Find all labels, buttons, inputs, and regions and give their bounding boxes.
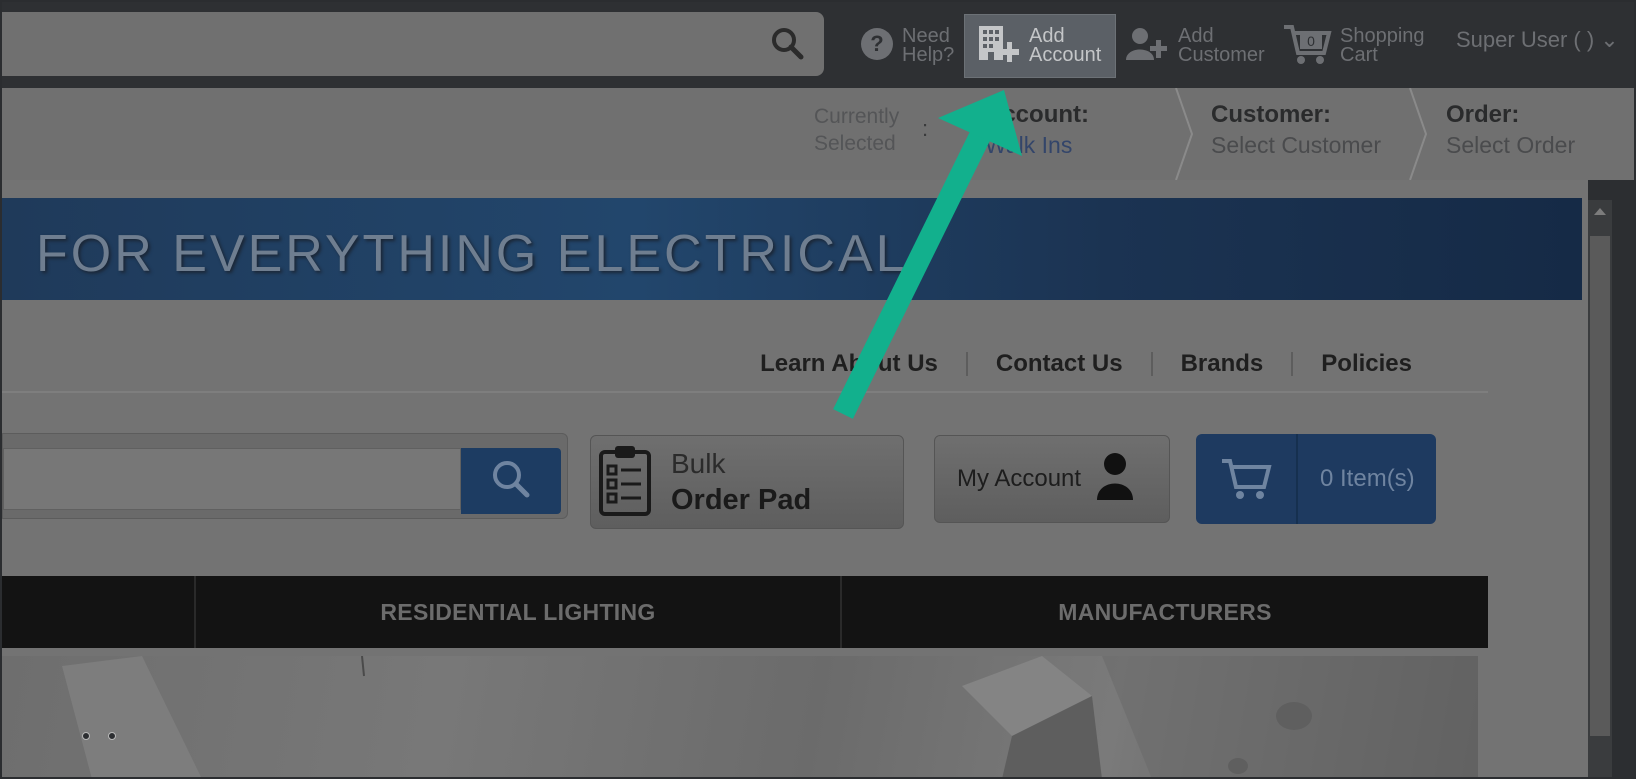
help-icon: ? <box>860 27 894 65</box>
breadcrumb-separator <box>1409 88 1428 180</box>
site-search-input[interactable] <box>3 448 461 510</box>
resize-handle[interactable] <box>82 732 90 740</box>
scroll-thumb[interactable] <box>1590 236 1610 736</box>
hero-image <box>2 656 1478 779</box>
breadcrumb-order[interactable]: Order: Select Order <box>1446 100 1575 160</box>
shopping-cart-button[interactable]: 0 Shopping Cart <box>1282 14 1425 78</box>
top-bar: ? NeedHelp? AddAccount AddCustomer 0 <box>0 0 1636 88</box>
cart-items-count: 0 Item(s) <box>1320 465 1415 492</box>
add-account-icon <box>977 24 1021 68</box>
search-icon[interactable] <box>770 26 806 67</box>
cart-icon <box>1196 434 1298 524</box>
user-icon <box>1095 452 1135 507</box>
currently-selected-label: Currently Selected <box>814 103 899 157</box>
add-customer-label-2: Customer <box>1178 44 1265 66</box>
site-search-button[interactable] <box>461 448 561 514</box>
add-customer-icon <box>1126 26 1170 66</box>
banner: FOR EVERYTHING ELECTRICAL <box>2 198 1582 300</box>
site-search <box>2 433 568 519</box>
nav-residential-lighting[interactable]: RESIDENTIAL LIGHTING <box>196 576 842 648</box>
my-account-label: My Account <box>957 465 1082 492</box>
customer-value[interactable]: Select Customer <box>1211 130 1381 160</box>
banner-tagline: FOR EVERYTHING ELECTRICAL <box>36 225 908 283</box>
breadcrumb-customer[interactable]: Customer: Select Customer <box>1211 100 1381 160</box>
need-help-button[interactable]: ? Need Help? <box>860 14 954 78</box>
scroll-up-icon[interactable] <box>1594 208 1606 215</box>
svg-text:?: ? <box>870 31 883 56</box>
cart-items-button[interactable]: 0 Item(s) <box>1196 434 1436 524</box>
customer-title: Customer: <box>1211 101 1332 128</box>
add-account-label-2: Account <box>1029 44 1102 66</box>
bulk-order-pad-button[interactable]: Bulk Order Pad <box>590 435 904 529</box>
currently-label-line2: Selected <box>814 132 896 155</box>
currently-selected-bar: Currently Selected : Account: Walk Ins C… <box>0 88 1636 180</box>
cart-label-2: Cart <box>1340 44 1378 66</box>
breadcrumb-separator <box>1175 88 1194 180</box>
currently-label-line1: Currently <box>814 105 900 128</box>
link-separator <box>1150 352 1153 376</box>
order-title: Order: <box>1446 101 1520 128</box>
order-pad-label: Order Pad <box>671 484 812 516</box>
page-scrollbar[interactable] <box>1588 200 1612 779</box>
colon: : <box>922 116 929 141</box>
help-label-2: Help? <box>902 44 955 66</box>
link-separator <box>965 352 968 376</box>
my-account-button[interactable]: My Account <box>934 435 1170 523</box>
resize-handle[interactable] <box>108 732 116 740</box>
global-search-input[interactable] <box>2 12 824 76</box>
search-icon <box>491 459 531 504</box>
breadcrumb-account[interactable]: Account: Walk Ins <box>985 100 1089 160</box>
cart-count: 0 <box>1307 33 1315 49</box>
screen: ? NeedHelp? AddAccount AddCustomer 0 <box>0 0 1636 779</box>
main-nav: RESIDENTIAL LIGHTING MANUFACTURERS <box>2 576 1488 648</box>
add-customer-button[interactable]: Add Customer <box>1126 14 1265 78</box>
account-title: Account: <box>985 101 1089 128</box>
top-links: Learn About Us Contact Us Brands Policie… <box>760 350 1412 378</box>
order-value[interactable]: Select Order <box>1446 130 1575 160</box>
link-separator <box>1291 352 1294 376</box>
link-policies[interactable]: Policies <box>1321 350 1412 378</box>
link-brands[interactable]: Brands <box>1181 350 1264 378</box>
link-contact-us[interactable]: Contact Us <box>996 350 1123 378</box>
account-value[interactable]: Walk Ins <box>985 130 1089 160</box>
user-menu[interactable]: Super User ( ) ⌄ <box>1456 29 1619 51</box>
hero-photo <box>62 656 1478 779</box>
bulk-label: Bulk <box>671 448 726 479</box>
divider <box>2 391 1488 393</box>
add-account-button[interactable]: Add Account <box>964 14 1116 78</box>
nav-manufacturers[interactable]: MANUFACTURERS <box>842 576 1488 648</box>
clipboard-icon <box>597 442 653 523</box>
storefront-page: FOR EVERYTHING ELECTRICAL Learn About Us… <box>0 180 1588 779</box>
cart-icon: 0 <box>1282 23 1332 69</box>
nav-item[interactable] <box>2 576 196 648</box>
link-learn-about-us[interactable]: Learn About Us <box>760 350 938 378</box>
